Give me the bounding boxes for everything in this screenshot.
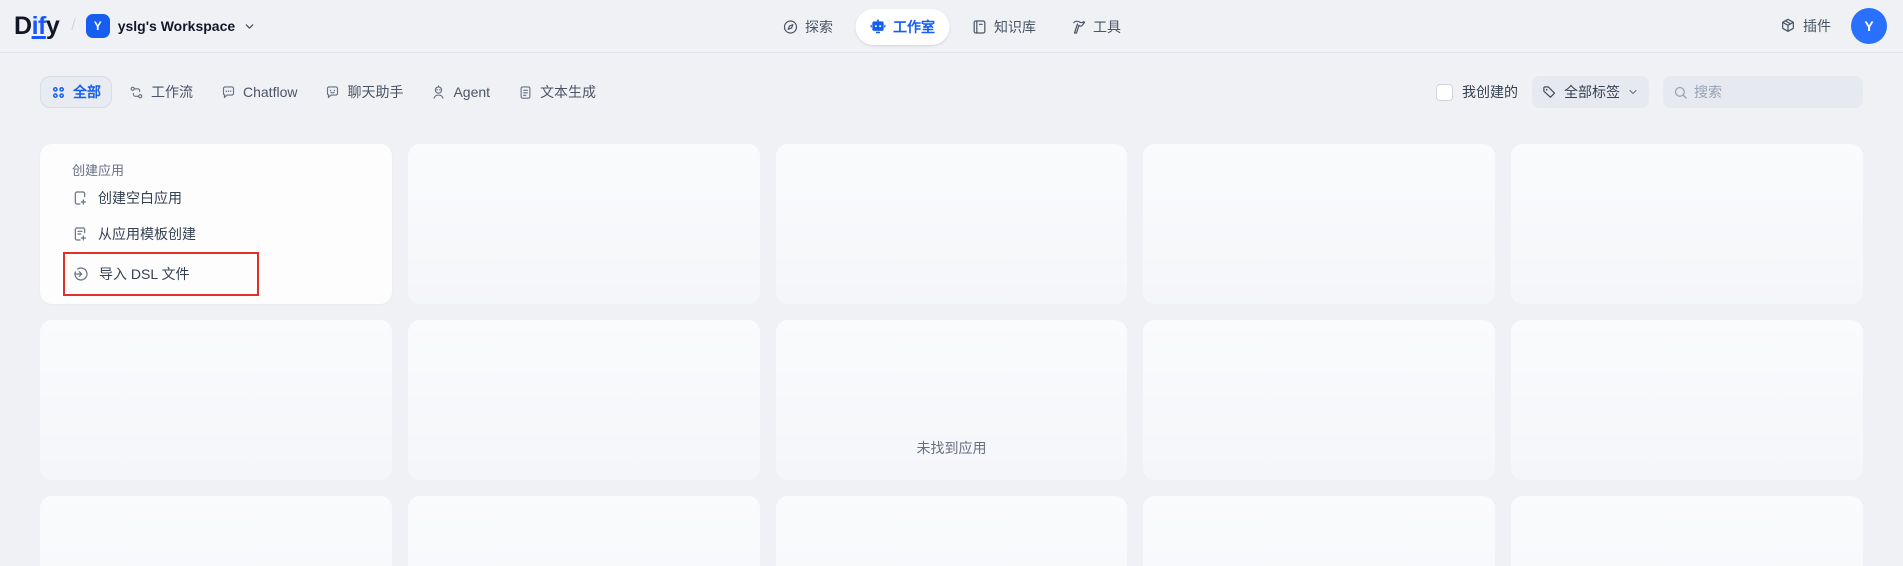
chevron-down-icon: [1627, 86, 1639, 98]
app-card-placeholder: [1511, 496, 1863, 566]
grid-dots-icon: [51, 85, 66, 100]
created-by-me-checkbox[interactable]: [1436, 84, 1453, 101]
workspace-selector[interactable]: Y yslg's Workspace: [86, 14, 256, 38]
nav-item-studio[interactable]: 工作室: [855, 9, 949, 45]
chat-bubble-icon: [325, 85, 340, 100]
app-card-placeholder: [1143, 496, 1495, 566]
logo-text-accent: if: [32, 12, 46, 41]
filter-bar: 全部 工作流 Chatflow 聊天助手 Agent: [0, 78, 1903, 106]
template-plus-icon: [72, 226, 88, 242]
plugins-label: 插件: [1803, 16, 1831, 36]
create-item-label: 从应用模板创建: [98, 224, 196, 244]
app-card-placeholder: [408, 496, 760, 566]
nav-item-explore[interactable]: 探索: [770, 9, 845, 45]
app-card-placeholder: [776, 144, 1128, 304]
workspace-name: yslg's Workspace: [118, 18, 235, 34]
search-input[interactable]: [1694, 84, 1853, 100]
app-card-placeholder: [1143, 320, 1495, 480]
agent-icon: [431, 85, 446, 100]
tag-filter-dropdown[interactable]: 全部标签: [1532, 76, 1649, 108]
document-icon: [518, 85, 533, 100]
tab-label: 工作流: [151, 82, 193, 102]
app-card-placeholder: [776, 496, 1128, 566]
create-from-template-item[interactable]: 从应用模板创建: [64, 216, 368, 252]
tab-label: 聊天助手: [347, 82, 403, 102]
tab-label: 文本生成: [540, 82, 596, 102]
tab-agent[interactable]: Agent: [420, 78, 501, 106]
app-card-placeholder: [40, 496, 392, 566]
compass-icon: [782, 19, 798, 35]
create-app-card: 创建应用 创建空白应用 从应用模板创建 导入 DSL 文件: [40, 144, 392, 304]
app-card-placeholder: [408, 320, 760, 480]
import-icon: [73, 266, 89, 282]
app-grid: 创建应用 创建空白应用 从应用模板创建 导入 DSL 文件: [40, 144, 1863, 566]
app-type-tabs: 全部 工作流 Chatflow 聊天助手 Agent: [40, 76, 607, 108]
logo-text: y: [46, 12, 59, 41]
package-icon: [1780, 18, 1796, 34]
hammer-icon: [1070, 19, 1086, 35]
tab-label: Agent: [453, 84, 490, 100]
created-by-me-toggle[interactable]: 我创建的: [1436, 82, 1518, 102]
create-item-label: 导入 DSL 文件: [99, 264, 190, 284]
tag-filter-label: 全部标签: [1564, 82, 1620, 102]
create-blank-app-item[interactable]: 创建空白应用: [64, 180, 368, 216]
plugins-button[interactable]: 插件: [1780, 16, 1831, 36]
app-header: Dify / Y yslg's Workspace 探索 工作室 知识库: [0, 0, 1903, 53]
nav-label: 工作室: [893, 17, 935, 37]
search-box: [1663, 76, 1863, 108]
filter-right-controls: 我创建的 全部标签: [1436, 76, 1863, 108]
nav-item-knowledge[interactable]: 知识库: [959, 9, 1048, 45]
tab-all[interactable]: 全部: [40, 76, 112, 108]
create-app-title: 创建应用: [64, 158, 368, 180]
nav-label: 知识库: [994, 17, 1036, 37]
nav-label: 工具: [1093, 17, 1121, 37]
tab-label: Chatflow: [243, 84, 297, 100]
tag-icon: [1542, 85, 1557, 100]
chat-bubble-icon: [221, 85, 236, 100]
tab-chatflow[interactable]: Chatflow: [210, 78, 308, 106]
header-right: 插件 Y: [1780, 8, 1887, 44]
app-card-placeholder: [1143, 144, 1495, 304]
app-card-placeholder: [408, 144, 760, 304]
robot-icon: [869, 18, 886, 35]
app-card-placeholder: [776, 320, 1128, 480]
tab-workflow[interactable]: 工作流: [118, 76, 204, 108]
tab-label: 全部: [73, 82, 101, 102]
tab-chat-assistant[interactable]: 聊天助手: [314, 76, 414, 108]
app-card-placeholder: [40, 320, 392, 480]
dsl-import-highlight-box: 导入 DSL 文件: [63, 252, 259, 296]
created-by-me-label: 我创建的: [1462, 82, 1518, 102]
file-plus-icon: [72, 190, 88, 206]
workflow-icon: [129, 85, 144, 100]
book-icon: [971, 19, 987, 35]
search-icon: [1673, 85, 1688, 100]
dify-logo[interactable]: Dify: [14, 12, 59, 41]
main-nav: 探索 工作室 知识库 工具: [770, 0, 1133, 53]
workspace-avatar: Y: [86, 14, 110, 38]
nav-item-tools[interactable]: 工具: [1058, 9, 1133, 45]
nav-label: 探索: [805, 17, 833, 37]
app-card-placeholder: [1511, 320, 1863, 480]
tab-text-generation[interactable]: 文本生成: [507, 76, 607, 108]
breadcrumb-separator: /: [71, 17, 75, 35]
app-card-placeholder: [1511, 144, 1863, 304]
import-dsl-item[interactable]: 导入 DSL 文件: [65, 256, 257, 292]
chevron-down-icon: [243, 20, 256, 33]
logo-text: D: [14, 12, 32, 41]
create-item-label: 创建空白应用: [98, 188, 182, 208]
user-avatar[interactable]: Y: [1851, 8, 1887, 44]
